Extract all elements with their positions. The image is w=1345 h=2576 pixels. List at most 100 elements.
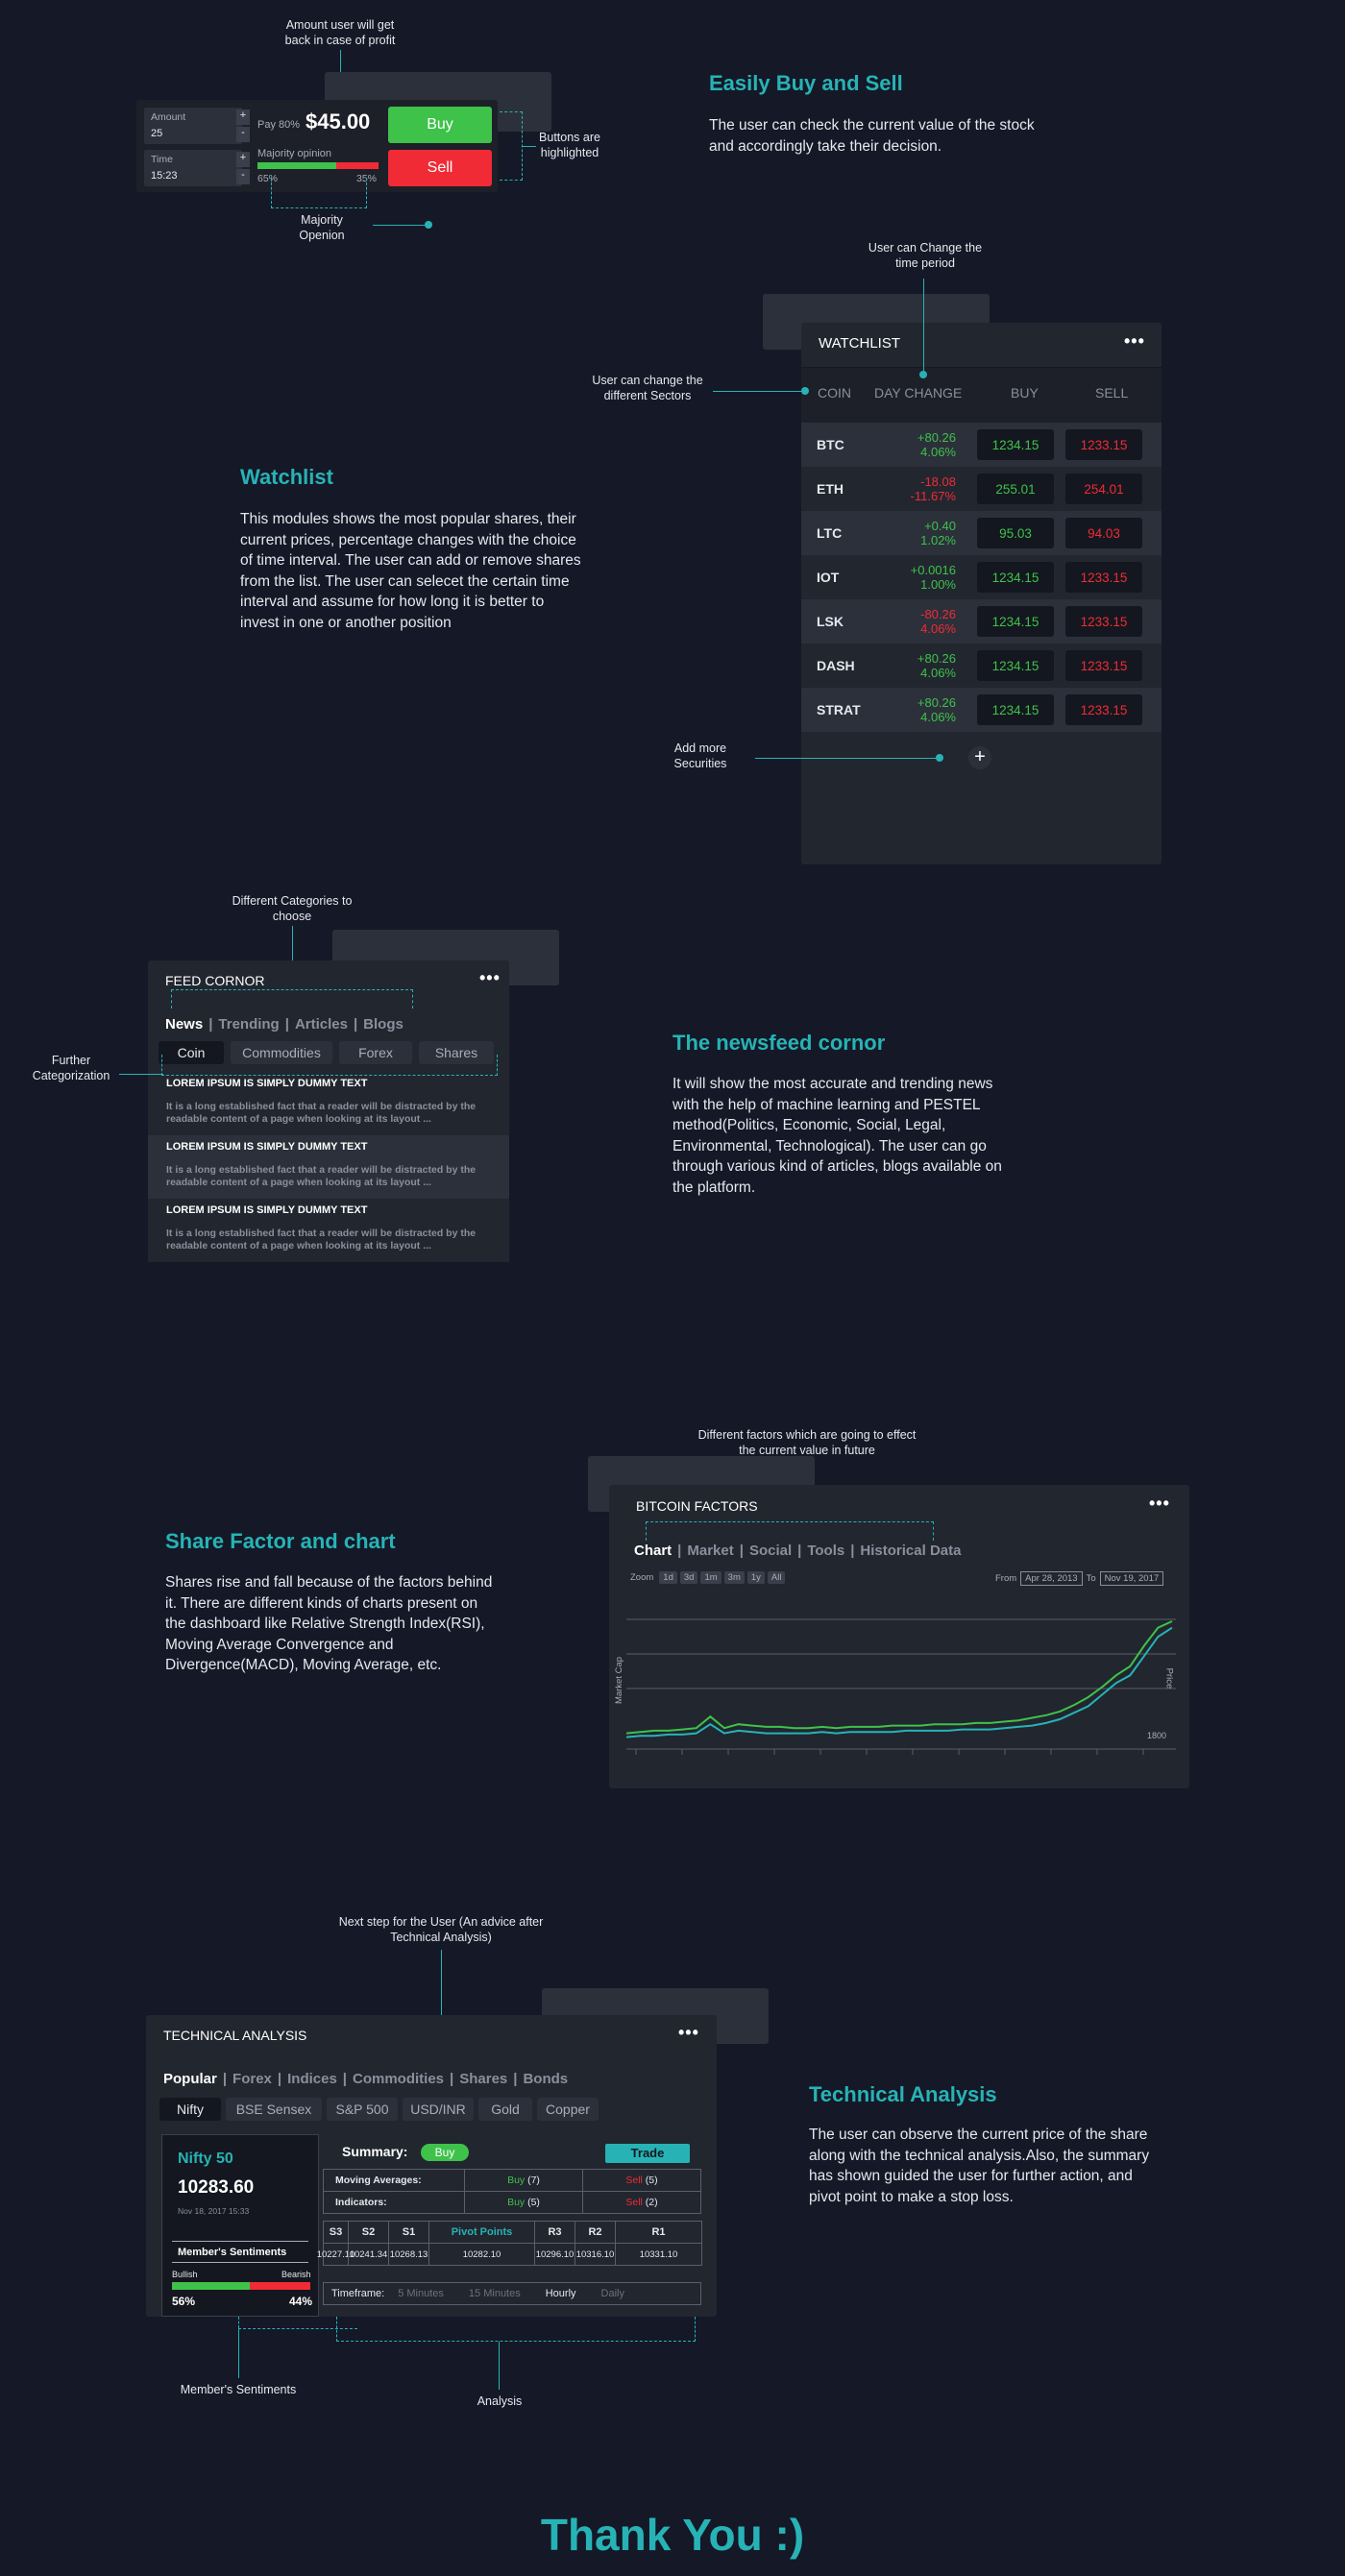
feed-item[interactable]: LOREM IPSUM IS SIMPLY DUMMY TEXT It is a …: [148, 1072, 509, 1135]
time-minus-button[interactable]: -: [236, 169, 250, 184]
zoom-option-1d[interactable]: 1d: [659, 1571, 677, 1584]
tab-forex[interactable]: Forex: [232, 2071, 272, 2087]
watchlist-header: COIN DAY CHANGE BUY SELL: [801, 367, 1162, 423]
subtab-s-p-500[interactable]: S&P 500: [327, 2098, 398, 2121]
buy-price-button[interactable]: 1234.15: [977, 694, 1054, 725]
watchlist-row[interactable]: LSK -80.26 4.06% 1234.15 1233.15: [801, 599, 1162, 644]
pivot-header: S3: [323, 2221, 349, 2244]
chart-ylabel: Market Cap: [614, 1656, 625, 1705]
subtab-nifty[interactable]: Nifty: [159, 2098, 221, 2121]
bitcoin-factors-chart[interactable]: 1800: [626, 1592, 1176, 1771]
section-text-share-factor: Shares rise and fall because of the fact…: [165, 1574, 493, 1673]
timeframe-row: Timeframe: 5 Minutes 15 Minutes Hourly Dail…: [323, 2282, 701, 2305]
zoom-option-All[interactable]: All: [767, 1571, 786, 1584]
factors-menu-icon[interactable]: •••: [1149, 1495, 1170, 1512]
tab-market[interactable]: Market: [687, 1543, 733, 1559]
section-title-newsfeed: The newsfeed cornor: [672, 1031, 886, 1055]
trade-button[interactable]: Trade: [605, 2144, 690, 2163]
feed-item-title: LOREM IPSUM IS SIMPLY DUMMY TEXT: [166, 1204, 368, 1216]
amount-plus-button[interactable]: +: [236, 109, 250, 125]
buy-price-button[interactable]: 1234.15: [977, 650, 1054, 681]
sell-price-button[interactable]: 1233.15: [1065, 694, 1142, 725]
amount-label: Amount: [151, 111, 186, 123]
subtab-usd-inr[interactable]: USD/INR: [403, 2098, 474, 2121]
tab-chart[interactable]: Chart: [634, 1543, 672, 1559]
watchlist-row[interactable]: STRAT +80.26 4.06% 1234.15 1233.15: [801, 688, 1162, 732]
tab-blogs[interactable]: Blogs: [363, 1016, 404, 1033]
to-date-input[interactable]: Nov 19, 2017: [1099, 1571, 1164, 1586]
section-title-technical: Technical Analysis: [809, 2082, 997, 2106]
zoom-option-3m[interactable]: 3m: [723, 1571, 745, 1584]
sell-price-button[interactable]: 1233.15: [1065, 429, 1142, 460]
sell-price-button[interactable]: 1233.15: [1065, 606, 1142, 637]
header-coin[interactable]: COIN: [818, 385, 851, 401]
tab-social[interactable]: Social: [749, 1543, 792, 1559]
buy-price-button[interactable]: 1234.15: [977, 606, 1054, 637]
tab-trending[interactable]: Trending: [218, 1016, 279, 1033]
ma-sell: Sell (5): [582, 2169, 701, 2192]
add-security-button[interactable]: +: [968, 746, 991, 769]
annotation-buttons-highlighted: Buttons are highlighted: [539, 131, 600, 159]
sell-button[interactable]: Sell: [388, 150, 492, 186]
from-date-input[interactable]: Apr 28, 2013: [1020, 1571, 1083, 1586]
date-range: From Apr 28, 2013 To Nov 19, 2017: [995, 1571, 1164, 1586]
timeframe-option[interactable]: 15 Minutes: [469, 2288, 521, 2299]
buy-price-button[interactable]: 1234.15: [977, 429, 1054, 460]
tab-historical-data[interactable]: Historical Data: [860, 1543, 961, 1559]
annotation-different-categories: Different Categories to choose: [232, 894, 353, 923]
tab-articles[interactable]: Articles: [295, 1016, 348, 1033]
feed-menu-icon[interactable]: •••: [479, 969, 501, 986]
thank-you: Thank You :): [540, 2510, 805, 2560]
zoom-option-3d[interactable]: 3d: [679, 1571, 698, 1584]
tab-indices[interactable]: Indices: [287, 2071, 337, 2087]
technical-menu-icon[interactable]: •••: [678, 2024, 699, 2041]
amount-field[interactable]: Amount 25 + -: [144, 108, 250, 144]
tab-news[interactable]: News: [165, 1016, 203, 1033]
buy-button[interactable]: Buy: [388, 107, 492, 143]
buy-price-button[interactable]: 255.01: [977, 474, 1054, 504]
sell-price-button[interactable]: 94.03: [1065, 518, 1142, 548]
zoom-option-1y[interactable]: 1y: [746, 1571, 765, 1584]
tab-shares[interactable]: Shares: [459, 2071, 507, 2087]
sell-price-button[interactable]: 1233.15: [1065, 650, 1142, 681]
section-text-buy-sell: The user can check the current value of …: [709, 117, 1035, 155]
watchlist-row[interactable]: DASH +80.26 4.06% 1234.15 1233.15: [801, 644, 1162, 688]
subtab-bse-sensex[interactable]: BSE Sensex: [226, 2098, 322, 2121]
annotation-majority-opinion: Majority Openion: [299, 213, 345, 242]
subtab-gold[interactable]: Gold: [478, 2098, 532, 2121]
watchlist-row[interactable]: BTC +80.26 4.06% 1234.15 1233.15: [801, 423, 1162, 467]
zoom-label: Zoom: [630, 1572, 654, 1583]
pivot-value: 10296.10: [534, 2243, 575, 2266]
timeframe-option[interactable]: Daily: [601, 2288, 624, 2299]
ma-label: Moving Averages:: [323, 2169, 465, 2192]
watchlist-menu-icon[interactable]: •••: [1124, 332, 1145, 350]
feed-item[interactable]: LOREM IPSUM IS SIMPLY DUMMY TEXT It is a …: [148, 1199, 509, 1262]
amount-minus-button[interactable]: -: [236, 127, 250, 142]
tab-popular[interactable]: Popular: [163, 2071, 217, 2087]
zoom-option-1m[interactable]: 1m: [700, 1571, 721, 1584]
tab-commodities[interactable]: Commodities: [353, 2071, 444, 2087]
time-field[interactable]: Time 15:23 + -: [144, 150, 250, 186]
pivot-header: S2: [348, 2221, 389, 2244]
subtab-copper[interactable]: Copper: [537, 2098, 599, 2121]
watchlist-row[interactable]: IOT +0.0016 1.00% 1234.15 1233.15: [801, 555, 1162, 599]
sell-price-button[interactable]: 1233.15: [1065, 562, 1142, 593]
header-day-change[interactable]: DAY CHANGE: [874, 385, 962, 401]
feed-item[interactable]: LOREM IPSUM IS SIMPLY DUMMY TEXT It is a …: [148, 1135, 509, 1199]
buy-price-button[interactable]: 95.03: [977, 518, 1054, 548]
watchlist-row[interactable]: LTC +0.40 1.02% 95.03 94.03: [801, 511, 1162, 555]
coin-symbol: LTC: [817, 525, 843, 541]
tab-bonds[interactable]: Bonds: [523, 2071, 568, 2087]
series-line-0: [626, 1620, 1173, 1735]
sell-price-button[interactable]: 254.01: [1065, 474, 1142, 504]
price-value: $45.00: [306, 109, 371, 134]
tab-tools[interactable]: Tools: [807, 1543, 844, 1559]
timeframe-option[interactable]: 5 Minutes: [398, 2288, 444, 2299]
annotation-analysis: Analysis: [477, 2394, 523, 2408]
section-title-share-factor: Share Factor and chart: [165, 1529, 396, 1553]
time-plus-button[interactable]: +: [236, 152, 250, 167]
buy-price-button[interactable]: 1234.15: [977, 562, 1054, 593]
timeframe-option[interactable]: Hourly: [546, 2288, 576, 2299]
watchlist-row[interactable]: ETH -18.08 -11.67% 255.01 254.01: [801, 467, 1162, 511]
day-change: -80.26 4.06%: [920, 607, 956, 636]
